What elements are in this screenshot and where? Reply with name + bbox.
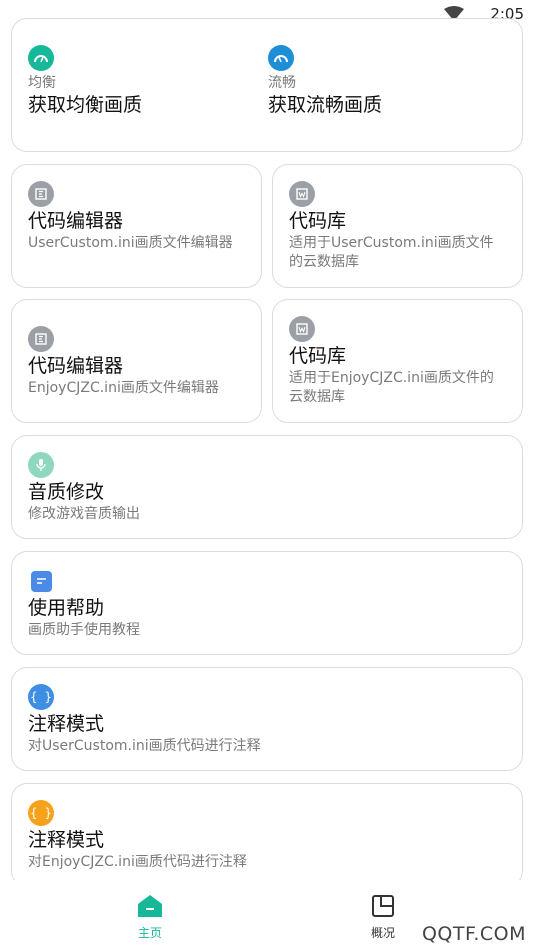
editor-icon	[28, 326, 54, 352]
code-library-card-usercustom[interactable]: 代码库 适用于UserCustom.ini画质文件的云数据库	[272, 164, 523, 288]
speedometer-icon	[28, 45, 54, 71]
card-desc: 对EnjoyCJZC.ini画质代码进行注释	[28, 854, 247, 870]
audio-quality-card[interactable]: 音质修改 修改游戏音质输出	[11, 435, 523, 539]
card-desc: 画质助手使用教程	[28, 622, 140, 638]
library-icon	[289, 316, 315, 342]
card-desc: 适用于UserCustom.ini画质文件的云数据库	[289, 235, 494, 270]
help-card[interactable]: 使用帮助 画质助手使用教程	[11, 551, 523, 655]
card-title: 代码编辑器	[28, 210, 124, 232]
card-desc: 对UserCustom.ini画质代码进行注释	[28, 738, 261, 754]
speedometer-icon	[268, 45, 294, 71]
card-title: 注释模式	[28, 713, 105, 735]
card-title: 注释模式	[28, 829, 105, 851]
nav-home-label: 主页	[137, 926, 162, 940]
nav-overview[interactable]: 概况	[343, 894, 423, 941]
code-library-card-enjoycjzc[interactable]: 代码库 适用于EnjoyCJZC.ini画质文件的云数据库	[272, 299, 523, 423]
balanced-quality-option[interactable]: 均衡 获取均衡画质	[12, 19, 252, 149]
card-desc: UserCustom.ini画质文件编辑器	[28, 235, 233, 251]
card-title: 代码库	[289, 345, 347, 367]
document-icon	[31, 571, 52, 592]
watermark: QQTF.COM	[421, 923, 526, 945]
smooth-quality-option[interactable]: 流畅 获取流畅画质	[252, 19, 520, 149]
code-braces-icon: { }	[28, 684, 54, 710]
smooth-title: 获取流畅画质	[268, 94, 383, 116]
library-icon	[289, 181, 315, 207]
overview-icon	[372, 895, 394, 917]
editor-icon	[28, 181, 54, 207]
nav-home[interactable]: 主页	[110, 894, 190, 941]
card-title: 代码编辑器	[28, 355, 124, 377]
card-title: 音质修改	[28, 481, 105, 503]
card-desc: 适用于EnjoyCJZC.ini画质文件的云数据库	[289, 370, 494, 405]
smooth-label: 流畅	[268, 75, 296, 91]
card-desc: 修改游戏音质输出	[28, 506, 140, 522]
quality-card: 均衡 获取均衡画质 流畅 获取流畅画质	[11, 18, 523, 152]
bottom-navigation: 主页 概况 QQTF.COM	[0, 880, 534, 949]
microphone-icon	[28, 452, 54, 478]
card-title: 使用帮助	[28, 597, 105, 619]
code-braces-icon: { }	[28, 800, 54, 826]
card-title: 代码库	[289, 210, 347, 232]
balanced-title: 获取均衡画质	[28, 94, 143, 116]
nav-overview-label: 概况	[370, 926, 395, 940]
balanced-label: 均衡	[28, 75, 56, 91]
code-editor-card-enjoycjzc[interactable]: 代码编辑器 EnjoyCJZC.ini画质文件编辑器	[11, 299, 262, 423]
home-icon	[138, 895, 162, 917]
comment-mode-card-enjoycjzc[interactable]: { } 注释模式 对EnjoyCJZC.ini画质代码进行注释	[11, 783, 523, 887]
card-desc: EnjoyCJZC.ini画质文件编辑器	[28, 380, 219, 396]
code-editor-card-usercustom[interactable]: 代码编辑器 UserCustom.ini画质文件编辑器	[11, 164, 262, 288]
comment-mode-card-usercustom[interactable]: { } 注释模式 对UserCustom.ini画质代码进行注释	[11, 667, 523, 771]
